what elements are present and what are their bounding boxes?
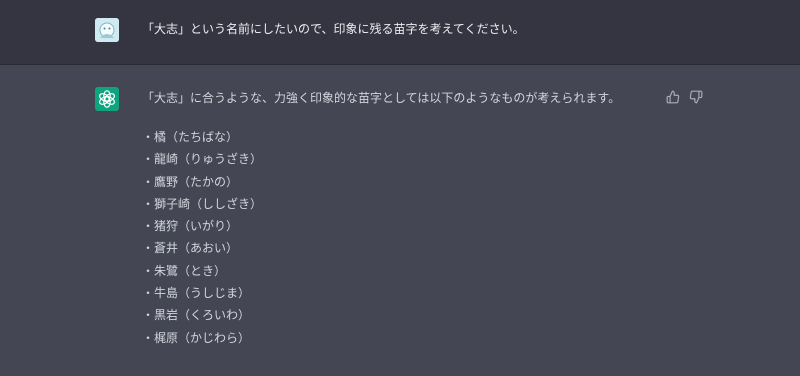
list-item: ・獅子崎（ししざき） <box>142 196 263 211</box>
assistant-message-text: 「大志」に合うような、力強く印象的な苗字としては以下のようなものが考えられます。 <box>142 91 621 105</box>
list-item: ・猪狩（いがり） <box>142 219 239 234</box>
user-message-row: 「大志」という名前にしたいので、印象に残る苗字を考えてください。 <box>0 0 800 65</box>
list-item: ・梶原（かじわら） <box>142 330 251 345</box>
list-item: ・朱鷺（とき） <box>142 263 227 278</box>
surname-suggestion-list: ・橘（たちばな） ・龍崎（りゅうざき） ・鷹野（たかの） ・獅子崎（ししざき） … <box>142 126 262 349</box>
thumbs-up-icon[interactable] <box>666 89 680 104</box>
assistant-message-row: 「大志」に合うような、力強く印象的な苗字としては以下のようなものが考えられます。… <box>0 65 800 376</box>
list-item: ・鷹野（たかの） <box>142 174 239 189</box>
user-avatar-icon <box>95 18 119 42</box>
list-item: ・橘（たちばな） <box>142 130 239 144</box>
list-item: ・蒼井（あおい） <box>142 241 239 256</box>
list-item: ・黒岩（くろいわ） <box>142 308 251 323</box>
user-message-text: 「大志」という名前にしたいので、印象に残る苗字を考えてください。 <box>142 22 525 36</box>
thumbs-down-icon[interactable] <box>689 89 703 104</box>
list-item: ・牛島（うしじま） <box>142 286 251 301</box>
openai-logo-icon <box>95 87 119 111</box>
list-item: ・龍崎（りゅうざき） <box>142 152 263 167</box>
